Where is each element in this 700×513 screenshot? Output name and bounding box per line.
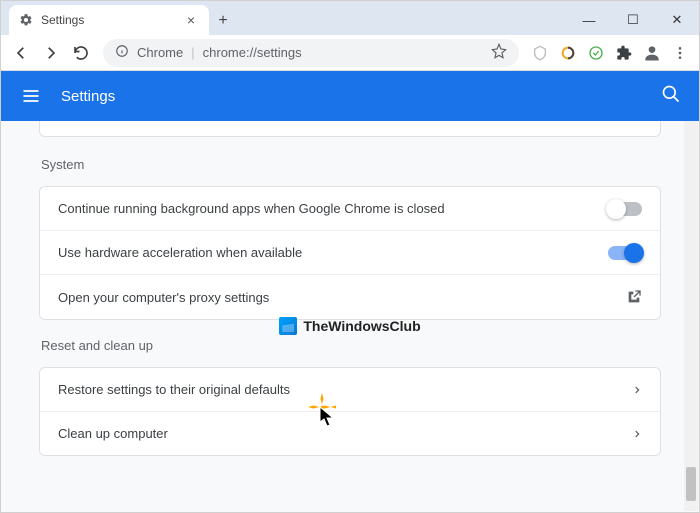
settings-content: System Continue running background apps … (1, 121, 699, 512)
window-titlebar: Settings × + — ☐ ✕ (1, 1, 699, 35)
previous-card-edge (39, 121, 661, 137)
back-button[interactable] (7, 39, 35, 67)
section-title-system: System (41, 157, 661, 172)
row-label: Restore settings to their original defau… (58, 382, 632, 397)
row-hardware-acceleration[interactable]: Use hardware acceleration when available (40, 231, 660, 275)
row-proxy-settings[interactable]: Open your computer's proxy settings (40, 275, 660, 319)
scrollbar-track[interactable] (684, 121, 698, 511)
row-label: Use hardware acceleration when available (58, 245, 608, 260)
hamburger-menu-icon[interactable] (19, 84, 43, 108)
row-label: Continue running background apps when Go… (58, 201, 608, 216)
extensions-puzzle-icon[interactable] (611, 40, 637, 66)
url-separator: | (191, 45, 194, 60)
forward-button[interactable] (37, 39, 65, 67)
url-text: chrome://settings (203, 45, 302, 60)
browser-toolbar: Chrome | chrome://settings (1, 35, 699, 71)
minimize-button[interactable]: — (567, 5, 611, 35)
toggle-on[interactable] (608, 246, 642, 260)
reset-card: Restore settings to their original defau… (39, 367, 661, 456)
browser-tab[interactable]: Settings × (9, 5, 209, 35)
profile-avatar-icon[interactable] (639, 40, 665, 66)
gear-icon (19, 13, 33, 27)
row-background-apps[interactable]: Continue running background apps when Go… (40, 187, 660, 231)
bookmark-star-icon[interactable] (491, 43, 507, 62)
row-label: Open your computer's proxy settings (58, 290, 626, 305)
chevron-right-icon (632, 429, 642, 439)
section-title-reset: Reset and clean up (41, 338, 661, 353)
extension-check-icon[interactable] (583, 40, 609, 66)
system-card: Continue running background apps when Go… (39, 186, 661, 320)
settings-title: Settings (61, 88, 115, 105)
row-restore-defaults[interactable]: Restore settings to their original defau… (40, 368, 660, 412)
scrollbar-thumb[interactable] (686, 467, 696, 501)
menu-dots-icon[interactable] (667, 40, 693, 66)
reload-button[interactable] (67, 39, 95, 67)
chevron-right-icon (632, 385, 642, 395)
settings-header: Settings (1, 71, 699, 121)
window-controls: — ☐ ✕ (567, 5, 699, 35)
url-context: Chrome (137, 45, 183, 60)
search-icon[interactable] (661, 84, 681, 109)
site-info-icon[interactable] (115, 44, 129, 61)
row-label: Clean up computer (58, 426, 632, 441)
toggle-off[interactable] (608, 202, 642, 216)
close-window-button[interactable]: ✕ (655, 5, 699, 35)
extension-shield-icon[interactable] (527, 40, 553, 66)
address-bar[interactable]: Chrome | chrome://settings (103, 39, 519, 67)
extension-circle-icon[interactable] (555, 40, 581, 66)
new-tab-button[interactable]: + (209, 7, 237, 35)
close-icon[interactable]: × (183, 12, 199, 28)
open-external-icon[interactable] (626, 289, 642, 305)
tab-title: Settings (41, 13, 183, 27)
row-cleanup-computer[interactable]: Clean up computer (40, 412, 660, 455)
maximize-button[interactable]: ☐ (611, 5, 655, 35)
